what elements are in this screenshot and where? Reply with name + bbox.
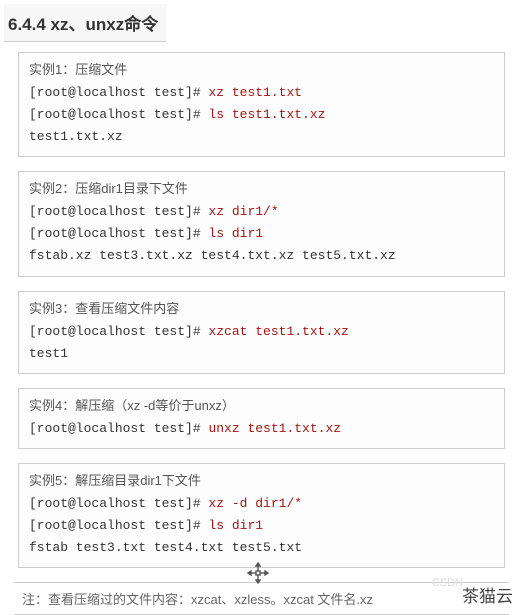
shell-prompt: [root@localhost test]#: [29, 204, 208, 219]
shell-prompt: [root@localhost test]#: [29, 518, 208, 533]
code-line: [root@localhost test]# xz test1.txt: [29, 82, 494, 104]
code-line: [root@localhost test]# ls test1.txt.xz: [29, 104, 494, 126]
shell-command: xz test1.txt: [208, 85, 302, 100]
code-line: [root@localhost test]# xzcat test1.txt.x…: [29, 321, 494, 343]
code-line: [root@localhost test]# xz dir1/*: [29, 201, 494, 223]
shell-prompt: [root@localhost test]#: [29, 324, 208, 339]
shell-command: xzcat test1.txt.xz: [208, 324, 348, 339]
shell-prompt: [root@localhost test]#: [29, 85, 208, 100]
example-block: 实例1：压缩文件 [root@localhost test]# xz test1…: [18, 52, 505, 157]
shell-command: xz dir1/*: [208, 204, 278, 219]
watermark-faint: CSDN: [432, 577, 463, 589]
example-title: 实例4：解压缩（xz -d等价于unxz）: [29, 395, 494, 414]
code-line: [root@localhost test]# ls dir1: [29, 223, 494, 245]
example-block: 实例4：解压缩（xz -d等价于unxz） [root@localhost te…: [18, 388, 505, 449]
examples-container: 实例1：压缩文件 [root@localhost test]# xz test1…: [0, 52, 519, 568]
shell-prompt: [root@localhost test]#: [29, 107, 208, 122]
shell-command: ls dir1: [208, 226, 263, 241]
output-line: test1.txt.xz: [29, 126, 494, 148]
section-heading: 6.4.4 xz、unxz命令: [4, 4, 166, 42]
output-line: fstab.xz test3.txt.xz test4.txt.xz test5…: [29, 245, 494, 267]
example-block: 实例2：压缩dir1目录下文件 [root@localhost test]# x…: [18, 171, 505, 276]
code-line: [root@localhost test]# xz -d dir1/*: [29, 493, 494, 515]
example-title: 实例1：压缩文件: [29, 59, 494, 78]
shell-prompt: [root@localhost test]#: [29, 496, 208, 511]
code-line: [root@localhost test]# unxz test1.txt.xz: [29, 418, 494, 440]
output-line: test1: [29, 343, 494, 365]
example-title: 实例5：解压缩目录dir1下文件: [29, 470, 494, 489]
watermark-text: 茶猫云: [462, 582, 513, 607]
shell-command: xz -d dir1/*: [208, 496, 302, 511]
example-block: 实例3：查看压缩文件内容 [root@localhost test]# xzca…: [18, 291, 505, 374]
example-block: 实例5：解压缩目录dir1下文件 [root@localhost test]# …: [18, 463, 505, 568]
shell-prompt: [root@localhost test]#: [29, 421, 208, 436]
move-cursor-icon: [246, 561, 270, 585]
output-line: fstab test3.txt test4.txt test5.txt: [29, 537, 494, 559]
shell-prompt: [root@localhost test]#: [29, 226, 208, 241]
code-line: [root@localhost test]# ls dir1: [29, 515, 494, 537]
shell-command: unxz test1.txt.xz: [208, 421, 341, 436]
example-title: 实例2：压缩dir1目录下文件: [29, 178, 494, 197]
shell-command: ls dir1: [208, 518, 263, 533]
example-title: 实例3：查看压缩文件内容: [29, 298, 494, 317]
shell-command: ls test1.txt.xz: [208, 107, 325, 122]
